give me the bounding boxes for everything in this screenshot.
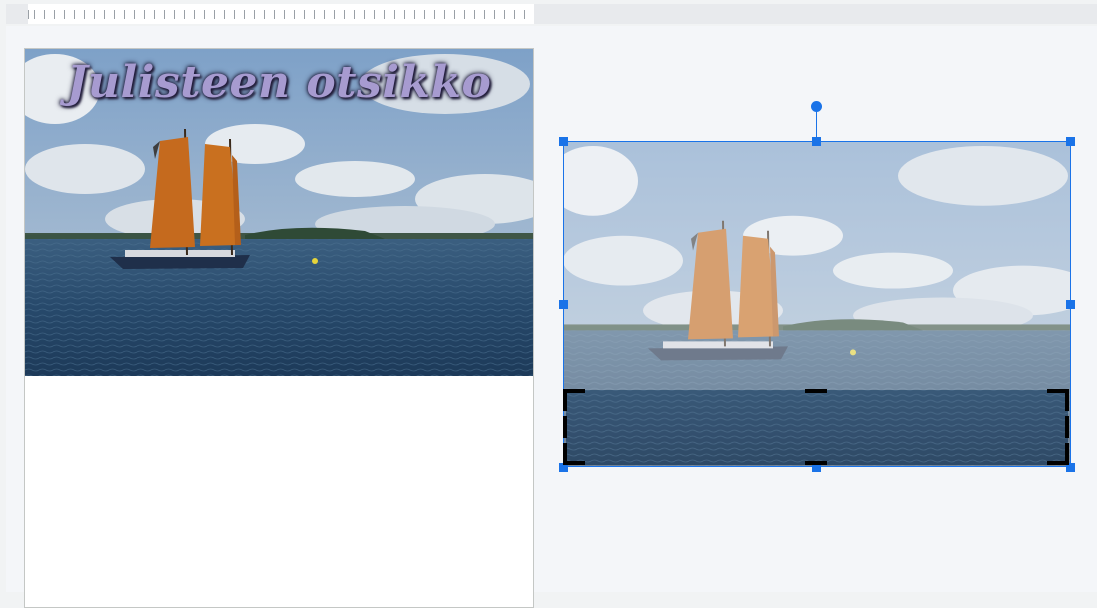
crop-handle-top[interactable] — [805, 389, 827, 393]
resize-handle-top-left[interactable] — [559, 137, 568, 146]
poster-title[interactable]: Julisteen otsikko — [25, 57, 533, 108]
rotate-connector — [816, 109, 817, 137]
ruler-page-area[interactable] — [28, 4, 534, 24]
resize-handle-right[interactable] — [1066, 300, 1075, 309]
crop-region[interactable] — [566, 390, 1068, 465]
rotate-handle[interactable] — [811, 101, 822, 112]
sailboat-photo[interactable]: Julisteen otsikko — [25, 49, 533, 376]
sailboat-photo-selected[interactable] — [563, 141, 1071, 467]
horizontal-ruler[interactable] — [6, 4, 1097, 24]
resize-handle-left[interactable] — [559, 300, 568, 309]
crop-handle-bottom[interactable] — [805, 461, 827, 465]
resize-handle-top-right[interactable] — [1066, 137, 1075, 146]
resize-handle-top[interactable] — [812, 137, 821, 146]
crop-handle-right[interactable] — [1065, 416, 1069, 438]
crop-handle-left[interactable] — [563, 416, 567, 438]
